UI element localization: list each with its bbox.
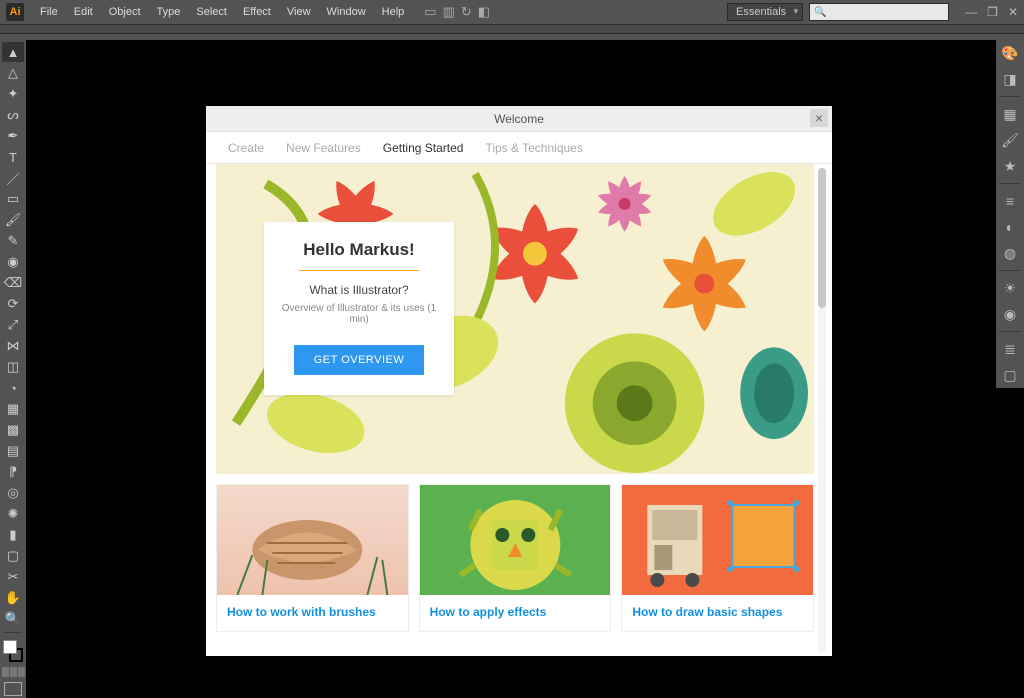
- scrollbar-thumb[interactable]: [818, 168, 826, 308]
- window-close-icon[interactable]: ✕: [1008, 5, 1018, 19]
- sync-icon[interactable]: ↻: [461, 4, 472, 20]
- hero-question: What is Illustrator?: [278, 283, 440, 297]
- tab-new-features[interactable]: New Features: [286, 141, 361, 155]
- hero-banner: Hello Markus! What is Illustrator? Overv…: [216, 164, 814, 474]
- window-minimize-icon[interactable]: —: [965, 5, 977, 19]
- tool-width[interactable]: ⋈: [2, 336, 24, 356]
- doc-icon[interactable]: ▭: [424, 4, 436, 20]
- welcome-title: Welcome: [494, 112, 544, 126]
- tab-create[interactable]: Create: [228, 141, 264, 155]
- tool-eyedropper[interactable]: ⁋: [2, 462, 24, 482]
- tab-getting-started[interactable]: Getting Started: [383, 141, 464, 155]
- tool-free-transform[interactable]: ◫: [2, 357, 24, 377]
- tool-line[interactable]: ／: [2, 168, 24, 188]
- search-input[interactable]: [830, 6, 945, 18]
- tool-shape-builder[interactable]: ◔: [2, 378, 24, 398]
- window-maximize-icon[interactable]: ❐: [987, 5, 998, 19]
- tool-blob-brush[interactable]: ◉: [2, 252, 24, 272]
- panel-color-guide-icon[interactable]: ◨: [1000, 70, 1020, 88]
- menu-edit[interactable]: Edit: [66, 6, 101, 18]
- tutorials-row: How to work with brushes: [216, 484, 814, 632]
- right-panel-dock: 🎨 ◨ ▦ 🖌 ★ ≡ ◐ ◍ ☀ ◉ ≣ ▢: [996, 40, 1024, 388]
- menubar-doc-icons: ▭ ▥ ↻ ◧: [424, 4, 490, 20]
- tutorial-thumb-brushes: [217, 485, 408, 595]
- search-icon: 🔍: [814, 7, 826, 18]
- tutorial-card[interactable]: How to work with brushes: [216, 484, 409, 632]
- tutorial-thumb-effects: [420, 485, 611, 595]
- menubar: Ai File Edit Object Type Select Effect V…: [0, 0, 1024, 24]
- tool-column-graph[interactable]: ▮: [2, 525, 24, 545]
- welcome-tabs: Create New Features Getting Started Tips…: [206, 132, 832, 164]
- menu-file[interactable]: File: [32, 6, 66, 18]
- tool-pencil[interactable]: ✎: [2, 231, 24, 251]
- tool-rotate[interactable]: ⟳: [2, 294, 24, 314]
- menu-help[interactable]: Help: [374, 6, 413, 18]
- welcome-title-bar: Welcome ×: [206, 106, 832, 132]
- welcome-close-button[interactable]: ×: [810, 109, 828, 127]
- tutorial-label: How to apply effects: [420, 595, 611, 631]
- tool-paintbrush[interactable]: 🖌: [2, 210, 24, 230]
- panel-artboards-icon[interactable]: ▢: [1000, 366, 1020, 384]
- arrange-icon[interactable]: ▥: [443, 4, 455, 20]
- tool-perspective[interactable]: ▦: [2, 399, 24, 419]
- panel-brushes-icon[interactable]: 🖌: [1000, 131, 1020, 149]
- welcome-scrollbar[interactable]: [818, 168, 826, 652]
- app-logo: Ai: [6, 3, 24, 21]
- options-bar: [0, 24, 1024, 34]
- search-box[interactable]: 🔍: [809, 3, 949, 21]
- tool-eraser[interactable]: ⌫: [2, 273, 24, 293]
- tool-magic-wand[interactable]: ✦: [2, 84, 24, 104]
- menu-view[interactable]: View: [279, 6, 319, 18]
- tool-artboard[interactable]: ▢: [2, 546, 24, 566]
- menu-object[interactable]: Object: [101, 6, 149, 18]
- panel-gradient-icon[interactable]: ◐: [1000, 218, 1020, 236]
- workspace-switcher[interactable]: Essentials: [727, 3, 803, 21]
- cloud-icon[interactable]: ◧: [478, 4, 490, 20]
- tool-type[interactable]: T: [2, 147, 24, 167]
- tool-selection[interactable]: ▲: [2, 42, 24, 62]
- menu-window[interactable]: Window: [319, 6, 374, 18]
- panel-swatches-icon[interactable]: ▦: [1000, 105, 1020, 123]
- tool-direct-selection[interactable]: △: [2, 63, 24, 83]
- tool-rectangle[interactable]: ▭: [2, 189, 24, 209]
- panel-appearance-icon[interactable]: ☀: [1000, 279, 1020, 297]
- menu-type[interactable]: Type: [149, 6, 189, 18]
- tool-zoom[interactable]: 🔍: [2, 609, 24, 629]
- tool-gradient[interactable]: ▤: [2, 441, 24, 461]
- tool-slice[interactable]: ✂: [2, 567, 24, 587]
- get-overview-button[interactable]: GET OVERVIEW: [294, 345, 425, 375]
- welcome-dialog: Welcome × Create New Features Getting St…: [206, 106, 832, 656]
- tool-pen[interactable]: ✒: [2, 126, 24, 146]
- tab-tips-techniques[interactable]: Tips & Techniques: [485, 141, 582, 155]
- screen-mode[interactable]: [4, 682, 22, 696]
- tutorial-label: How to work with brushes: [217, 595, 408, 631]
- hero-subtitle: Overview of Illustrator & its uses (1 mi…: [278, 303, 440, 325]
- panel-stroke-icon[interactable]: ≡: [1000, 192, 1020, 210]
- tool-hand[interactable]: ✋: [2, 588, 24, 608]
- menu-select[interactable]: Select: [188, 6, 235, 18]
- hero-greeting: Hello Markus!: [278, 240, 440, 260]
- draw-modes[interactable]: [2, 667, 25, 677]
- fill-stroke-swatch[interactable]: [3, 640, 23, 662]
- toolbox: ▲ △ ✦ ᔕ ✒ T ／ ▭ 🖌 ✎ ◉ ⌫ ⟳ ⤢ ⋈ ◫ ◔ ▦ ▩ ▤ …: [0, 40, 26, 698]
- hero-card: Hello Markus! What is Illustrator? Overv…: [264, 222, 454, 395]
- tutorial-card[interactable]: How to draw basic shapes: [621, 484, 814, 632]
- menu-effect[interactable]: Effect: [235, 6, 279, 18]
- tool-mesh[interactable]: ▩: [2, 420, 24, 440]
- tool-lasso[interactable]: ᔕ: [2, 105, 24, 125]
- panel-color-icon[interactable]: 🎨: [1000, 44, 1020, 62]
- tutorial-label: How to draw basic shapes: [622, 595, 813, 631]
- panel-layers-icon[interactable]: ≣: [1000, 340, 1020, 358]
- tutorial-thumb-shapes: [622, 485, 813, 595]
- tool-symbol-sprayer[interactable]: ✺: [2, 504, 24, 524]
- tool-blend[interactable]: ◎: [2, 483, 24, 503]
- panel-symbols-icon[interactable]: ★: [1000, 157, 1020, 175]
- panel-graphic-styles-icon[interactable]: ◉: [1000, 305, 1020, 323]
- tutorial-card[interactable]: How to apply effects: [419, 484, 612, 632]
- panel-transparency-icon[interactable]: ◍: [1000, 244, 1020, 262]
- tool-scale[interactable]: ⤢: [2, 315, 24, 335]
